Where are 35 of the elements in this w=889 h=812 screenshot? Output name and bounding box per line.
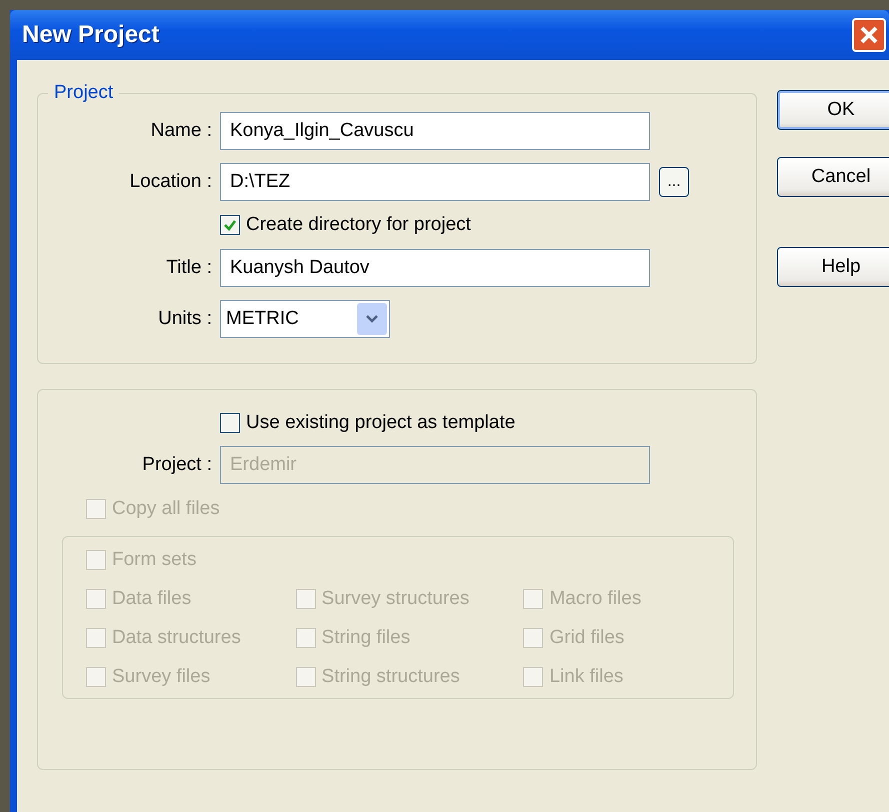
chevron-down-icon <box>357 303 387 335</box>
dialog-button[interactable]: Help <box>777 247 889 287</box>
checkbox-label: Data files <box>112 588 192 610</box>
units-dropdown[interactable]: METRIC <box>220 300 390 338</box>
text-field[interactable]: Kuanysh Dautov <box>220 249 650 287</box>
text-field[interactable]: Konya_Ilgin_Cavuscu <box>220 112 650 150</box>
dialog-button[interactable]: OK <box>777 90 889 130</box>
dialog-button[interactable]: Cancel <box>777 157 889 197</box>
checkbox[interactable] <box>220 215 240 235</box>
group-legend: Project <box>48 82 120 104</box>
close-icon <box>858 24 880 46</box>
checkbox-label: Form sets <box>112 549 196 571</box>
field-label: Title : <box>165 257 212 279</box>
browse-button[interactable]: ... <box>659 167 689 197</box>
field-label: Units : <box>157 308 212 330</box>
dropdown-value: METRIC <box>226 308 299 330</box>
field-label: Project : <box>141 454 212 476</box>
checkbox-label: Copy all files <box>112 498 220 520</box>
checkbox[interactable] <box>220 413 240 433</box>
checkbox-label: Survey structures <box>322 588 470 610</box>
field-label: Name : <box>150 120 212 142</box>
checkbox-label: Use existing project as template <box>246 412 516 434</box>
checkbox-label: String structures <box>322 666 460 688</box>
checkmark-icon <box>223 218 237 232</box>
checkbox-label: Survey files <box>112 666 210 688</box>
checkbox-label: Link files <box>549 666 624 688</box>
checkbox-label: Create directory for project <box>246 214 471 236</box>
checkbox-label: Grid files <box>549 627 624 649</box>
window-title: New Project <box>22 21 160 49</box>
close-button[interactable] <box>852 18 886 52</box>
checkbox-label: String files <box>322 627 410 649</box>
checkbox-label: Data structures <box>112 627 241 649</box>
checkbox-label: Macro files <box>549 588 642 610</box>
field-label: Location : <box>128 171 212 193</box>
text-field[interactable]: D:\TEZ <box>220 163 650 201</box>
